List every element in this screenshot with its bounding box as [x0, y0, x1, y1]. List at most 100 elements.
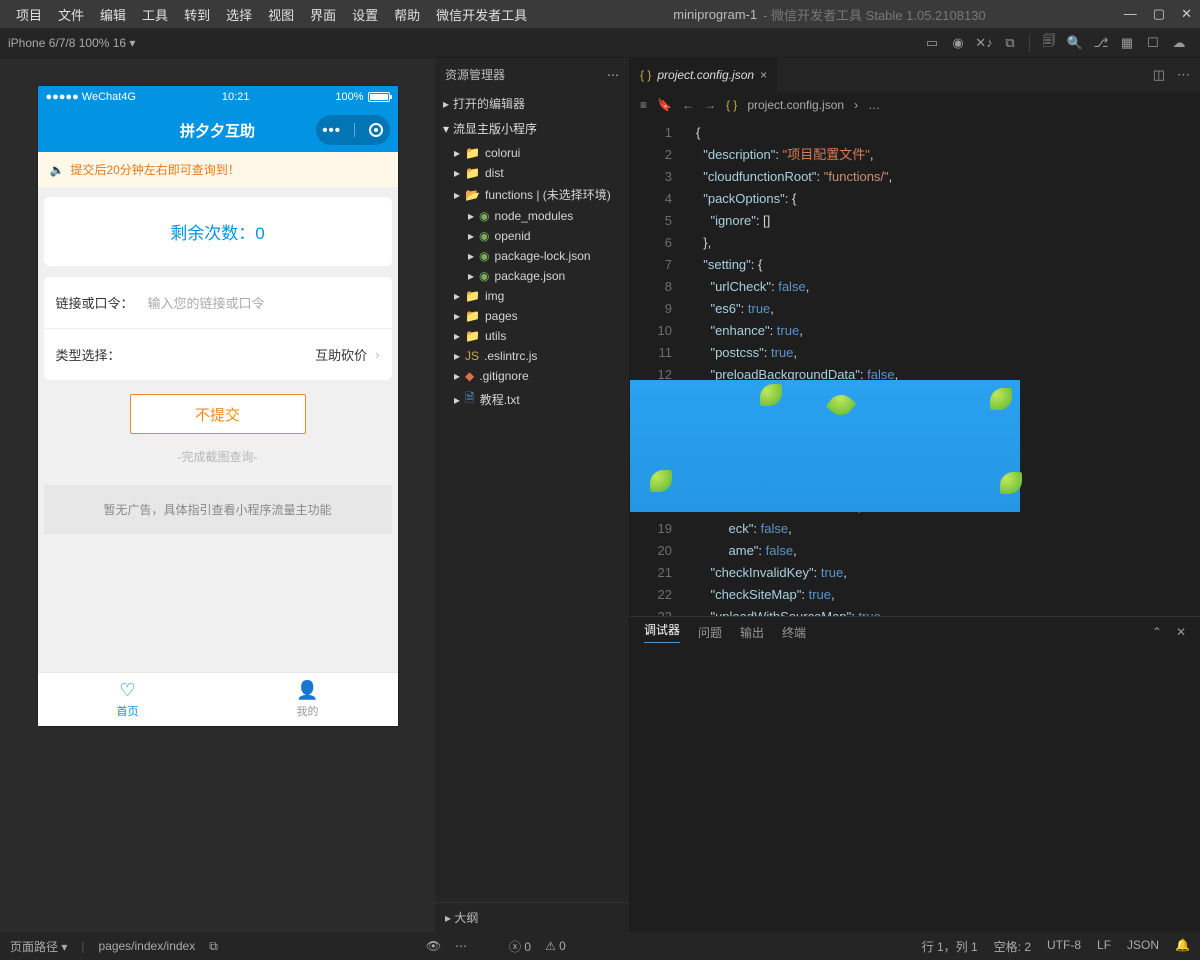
tree-node[interactable]: ▸ ◆ .gitignore	[435, 366, 629, 386]
tab-home[interactable]: ♡ 首页	[38, 673, 218, 726]
menu-选择[interactable]: 选择	[218, 5, 260, 24]
encoding[interactable]: UTF-8	[1047, 938, 1081, 955]
tree-node[interactable]: ▸ ◉ node_modules	[435, 206, 629, 226]
tree-node[interactable]: ▸ 📁 colorui	[435, 143, 629, 163]
tree-node[interactable]: ▸ 📁 img	[435, 286, 629, 306]
maximize-icon[interactable]: ▢	[1153, 6, 1165, 22]
eye-icon[interactable]: 👁	[426, 939, 441, 953]
notice-banner: 🔈 提交后20分钟左右即可查询到！	[38, 152, 398, 187]
split-icon[interactable]: ⧉	[997, 35, 1023, 51]
menu-微信开发者工具[interactable]: 微信开发者工具	[428, 5, 535, 24]
indent-setting[interactable]: 空格: 2	[994, 938, 1031, 955]
panel-tab-output[interactable]: 输出	[740, 624, 764, 641]
eol[interactable]: LF	[1097, 938, 1111, 955]
person-icon: 👤	[296, 680, 318, 701]
menu-工具[interactable]: 工具	[134, 5, 176, 24]
files-icon[interactable]: 🗐	[1036, 32, 1062, 54]
notice-text: 提交后20分钟左右即可查询到！	[70, 161, 239, 178]
menu-文件[interactable]: 文件	[50, 5, 92, 24]
tree-node[interactable]: ▸ 🗎 教程.txt	[435, 386, 629, 413]
input-label: 链接或口令：	[56, 293, 134, 312]
forward-icon[interactable]: →	[704, 98, 716, 112]
code-editor[interactable]: 1234567891011121314151617181920212223242…	[630, 118, 1200, 616]
panel-icon[interactable]: ☐	[1140, 35, 1166, 51]
split-editor-icon[interactable]: ◫	[1153, 67, 1165, 83]
hint-text: -完成截图查询-	[38, 448, 398, 465]
tree-node[interactable]: ▸ 📁 utils	[435, 326, 629, 346]
minimize-icon[interactable]: —	[1124, 6, 1137, 22]
title-suffix: - 微信开发者工具 Stable 1.05.2108130	[763, 5, 986, 24]
search-icon[interactable]: 🔍	[1062, 35, 1088, 51]
toolbar: iPhone 6/7/8 100% 16 ▾ ▭ ◉ ✕♪ ⧉ 🗐 🔍 ⎇ ▦ …	[0, 28, 1200, 58]
tree-node[interactable]: ▸ 📁 pages	[435, 306, 629, 326]
app-title: 拼夕夕互助	[180, 120, 255, 141]
tree-node[interactable]: ▸ 📂 functions | (未选择环境)	[435, 183, 629, 206]
breadcrumb-tail: …	[868, 98, 880, 112]
close-icon[interactable]: ✕	[1181, 6, 1192, 22]
warning-count[interactable]: ⚠ 0	[545, 939, 566, 953]
more-icon[interactable]: •••	[322, 122, 341, 139]
record-icon[interactable]: ◉	[945, 35, 971, 51]
more-icon[interactable]: ⋯	[455, 939, 467, 953]
tree-node[interactable]: ▸ 📁 dist	[435, 163, 629, 183]
error-count[interactable]: ⓧ 0	[509, 938, 531, 955]
menu-帮助[interactable]: 帮助	[386, 5, 428, 24]
menu-编辑[interactable]: 编辑	[92, 5, 134, 24]
capsule-button[interactable]: •••	[316, 115, 390, 145]
window-title: miniprogram-1 - 微信开发者工具 Stable 1.05.2108…	[535, 5, 1124, 24]
section-open-editors[interactable]: ▸ 打开的编辑器	[435, 91, 629, 116]
menu-设置[interactable]: 设置	[344, 5, 386, 24]
heart-icon: ♡	[119, 680, 135, 701]
explorer-pane: 资源管理器 ⋯ ▸ 打开的编辑器 ▾ 流显主版小程序 ▸ 📁 colorui▸ …	[435, 58, 630, 932]
clock-label: 10:21	[136, 91, 335, 103]
menu-转到[interactable]: 转到	[176, 5, 218, 24]
status-bar: 页面路径 ▾ | pages/index/index ⧉ 👁 ⋯ ⓧ 0 ⚠ 0…	[0, 932, 1200, 960]
bookmark-icon[interactable]: 🔖	[657, 98, 672, 112]
ad-placeholder: 暂无广告，具体指引查看小程序流量主功能	[44, 485, 392, 534]
tree-node[interactable]: ▸ ◉ openid	[435, 226, 629, 246]
grid-icon[interactable]: ▦	[1114, 35, 1140, 51]
more-icon[interactable]: ⋯	[1177, 67, 1190, 83]
type-select-row[interactable]: 类型选择： 互助砍价 ›	[44, 328, 392, 380]
back-icon[interactable]: ←	[682, 98, 694, 112]
cloud-icon[interactable]: ☁	[1166, 35, 1192, 51]
page-path[interactable]: pages/index/index	[98, 939, 195, 953]
tree-node[interactable]: ▸ JS .eslintrc.js	[435, 346, 629, 366]
branch-icon[interactable]: ⎇	[1088, 35, 1114, 51]
close-panel-icon[interactable]: ✕	[1176, 625, 1186, 639]
close-tab-icon[interactable]: ×	[760, 68, 767, 82]
tree-node[interactable]: ▸ ◉ package.json	[435, 266, 629, 286]
bell-icon[interactable]: 🔔	[1175, 938, 1190, 955]
outline-section[interactable]: ▸ 大纲	[435, 902, 629, 932]
copy-icon[interactable]: ⧉	[209, 939, 218, 954]
list-icon[interactable]: ≡	[640, 98, 647, 112]
tree-node[interactable]: ▸ ◉ package-lock.json	[435, 246, 629, 266]
panel-tab-problems[interactable]: 问题	[698, 624, 722, 641]
phone-frame: ●●●●● WeChat4G 10:21 100% 拼夕夕互助 ••• 🔈	[38, 86, 398, 726]
panel-tab-debugger[interactable]: 调试器	[644, 621, 680, 643]
breadcrumb: ≡ 🔖 ← → { } project.config.json › …	[630, 92, 1200, 118]
json-icon: { }	[640, 68, 651, 82]
speaker-icon: 🔈	[50, 163, 65, 177]
menu-视图[interactable]: 视图	[260, 5, 302, 24]
bottom-panel: 调试器 问题 输出 终端 ⌃ ✕	[630, 616, 1200, 932]
device-selector[interactable]: iPhone 6/7/8 100% 16 ▾	[8, 36, 135, 50]
breadcrumb-file[interactable]: project.config.json	[747, 98, 844, 112]
page-path-label[interactable]: 页面路径 ▾	[10, 938, 67, 955]
tab-project-config[interactable]: { } project.config.json ×	[630, 58, 777, 92]
more-icon[interactable]: ⋯	[607, 68, 619, 82]
section-project[interactable]: ▾ 流显主版小程序	[435, 116, 629, 141]
panel-tab-terminal[interactable]: 终端	[782, 624, 806, 641]
mute-icon[interactable]: ✕♪	[971, 35, 997, 51]
link-input-row[interactable]: 链接或口令： 输入您的链接或口令	[44, 276, 392, 328]
project-name: miniprogram-1	[673, 7, 757, 22]
menu-界面[interactable]: 界面	[302, 5, 344, 24]
close-app-icon[interactable]	[369, 123, 383, 137]
menu-项目[interactable]: 项目	[8, 5, 50, 24]
chevron-up-icon[interactable]: ⌃	[1152, 625, 1162, 639]
tab-me[interactable]: 👤 我的	[218, 673, 398, 726]
submit-button[interactable]: 不提交	[130, 394, 306, 434]
language-mode[interactable]: JSON	[1127, 938, 1159, 955]
phone-icon[interactable]: ▭	[919, 35, 945, 51]
cursor-position[interactable]: 行 1，列 1	[922, 938, 978, 955]
